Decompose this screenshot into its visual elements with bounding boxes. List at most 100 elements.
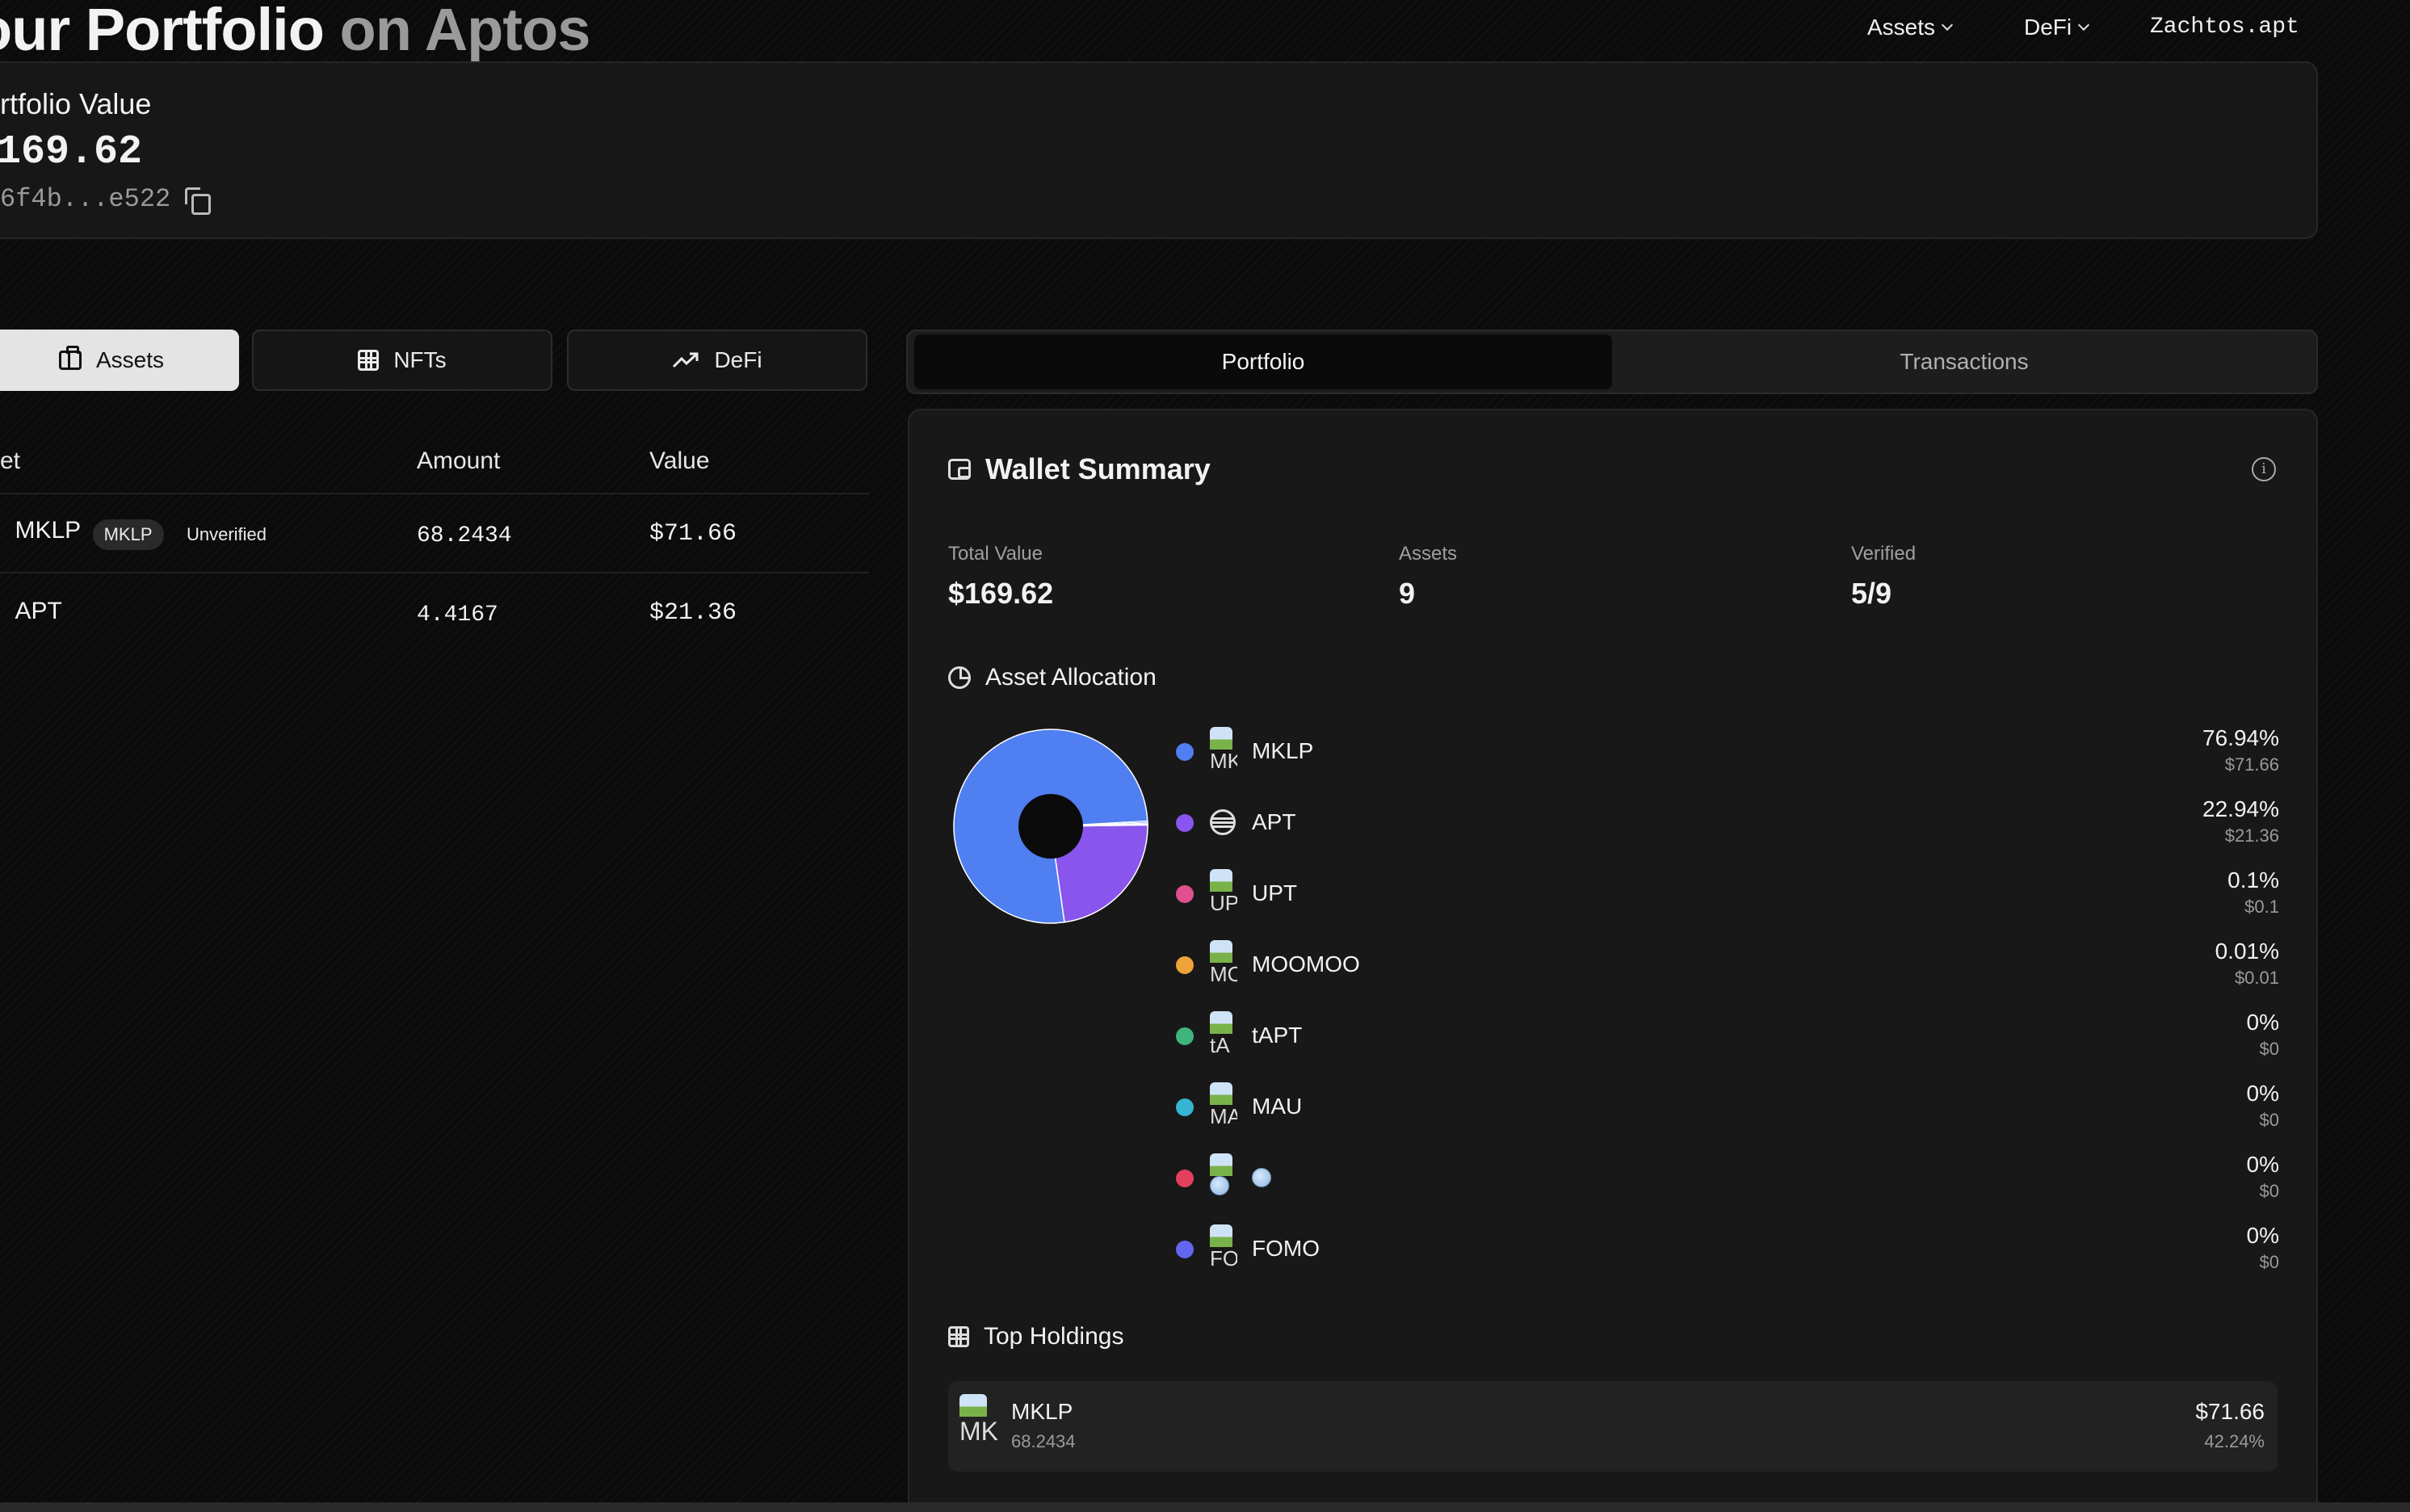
- asset-allocation-label: Asset Allocation: [985, 664, 1157, 691]
- nav-defi-menu[interactable]: DeFi: [2024, 15, 2090, 40]
- tab-defi[interactable]: DeFi: [567, 330, 867, 391]
- legend-token-name: MOOMOO: [1252, 951, 1360, 976]
- allocation-legend-row: MO MOOMOO 0.01% $0.01: [1176, 939, 2279, 990]
- legend-color-dot: [1176, 1027, 1194, 1045]
- verified-label: Verified: [1851, 543, 1917, 565]
- token-icon: [0, 601, 3, 619]
- allocation-legend-row: MA MAU 0% $0: [1176, 1081, 2279, 1132]
- token-image: MO: [1210, 940, 1237, 989]
- grid-icon: [358, 350, 380, 371]
- token-image: MA: [1210, 1082, 1237, 1131]
- allocation-legend-row: UP UPT 0.1% $0.1: [1176, 867, 2279, 919]
- allocation-legend-row: tA tAPT 0% $0: [1176, 1010, 2279, 1061]
- legend-token-name: FOMO: [1252, 1236, 1320, 1261]
- page-title-muted: on Aptos: [339, 0, 591, 63]
- allocation-donut-chart: [953, 729, 1148, 924]
- token-image: [1210, 1153, 1237, 1202]
- copy-icon[interactable]: [185, 187, 212, 215]
- allocation-legend-row: 0% $0: [1176, 1152, 2279, 1203]
- account-button[interactable]: Zachtos.apt: [2150, 15, 2299, 40]
- holding-name: MKLP: [1011, 1399, 1073, 1424]
- legend-token-name: tAPT: [1252, 1023, 1303, 1048]
- briefcase-icon: [58, 346, 82, 370]
- legend-usd-value: $0: [2259, 1039, 2279, 1059]
- column-header-asset: et: [0, 447, 21, 474]
- tab-transactions[interactable]: Transactions: [1615, 334, 2313, 389]
- holding-row[interactable]: MK MKLP 68.2434 $71.66 42.24%: [948, 1381, 2278, 1472]
- table-divider: [0, 493, 869, 494]
- top-holdings-label: Top Holdings: [984, 1323, 1124, 1350]
- holding-pct: 42.24%: [2204, 1431, 2265, 1451]
- legend-token-name: MKLP: [1252, 738, 1314, 763]
- tab-assets-label: Assets: [95, 347, 165, 372]
- legend-percent: 0%: [2246, 1152, 2279, 1177]
- total-value: $169.62: [948, 577, 1054, 610]
- legend-percent: 0.01%: [2215, 939, 2279, 964]
- account-name: Zachtos.apt: [2150, 15, 2299, 40]
- token-image: tA: [1210, 1011, 1237, 1060]
- ticker-badge: MKLP: [92, 519, 164, 550]
- legend-usd-value: $0.1: [2244, 897, 2279, 917]
- allocation-legend-row: APT 22.94% $21.36: [1176, 796, 2279, 848]
- globe-icon: [1252, 1168, 1271, 1187]
- total-value-label: Total Value: [948, 543, 1043, 565]
- portfolio-value: 169.62: [0, 129, 143, 175]
- legend-token-name: MAU: [1252, 1094, 1303, 1119]
- chevron-down-icon: [1941, 19, 1954, 32]
- legend-token-name: APT: [1252, 809, 1296, 834]
- assets-count-label: Assets: [1399, 543, 1458, 565]
- tab-assets[interactable]: Assets: [0, 330, 239, 391]
- page-title-main: our Portfolio: [0, 0, 325, 63]
- asset-allocation-title: Asset Allocation: [948, 664, 1157, 691]
- column-header-amount: Amount: [417, 447, 501, 474]
- legend-percent: 76.94%: [2202, 725, 2279, 750]
- asset-value: $71.66: [649, 520, 737, 548]
- tab-nfts[interactable]: NFTs: [252, 330, 552, 391]
- tab-nfts-label: NFTs: [393, 347, 447, 372]
- asset-amount: 68.2434: [417, 523, 512, 548]
- trending-up-icon: [673, 352, 699, 368]
- page-title: our Portfolio on Aptos: [0, 0, 590, 64]
- table-row[interactable]: MKLP MKLP Unverified: [0, 517, 278, 550]
- table-divider: [0, 572, 869, 573]
- wallet-summary-title: Wallet Summary: [948, 452, 1211, 486]
- allocation-legend-row: MK MKLP 76.94% $71.66: [1176, 725, 2279, 777]
- asset-value: $21.36: [649, 599, 737, 627]
- verified-count: 5/9: [1851, 577, 1892, 610]
- legend-color-dot: [1176, 885, 1194, 903]
- wallet-summary-label: Wallet Summary: [985, 452, 1211, 485]
- status-badge: Unverified: [186, 523, 267, 544]
- nav-assets-label: Assets: [1867, 15, 1936, 40]
- holding-value: $71.66: [2195, 1399, 2265, 1424]
- table-row[interactable]: APT: [0, 598, 61, 625]
- wallet-address: 6f4b...e522: [0, 184, 171, 214]
- asset-amount: 4.4167: [417, 603, 498, 628]
- allocation-legend-row: FO FOMO 0% $0: [1176, 1223, 2279, 1275]
- portfolio-value-card: [0, 61, 2318, 239]
- info-icon[interactable]: i: [2252, 457, 2276, 481]
- legend-percent: 22.94%: [2202, 796, 2279, 821]
- legend-usd-value: $0: [2259, 1181, 2279, 1201]
- legend-percent: 0%: [2246, 1081, 2279, 1106]
- nav-assets-menu[interactable]: Assets: [1867, 15, 1954, 40]
- legend-usd-value: $21.36: [2224, 825, 2279, 846]
- nav-defi-label: DeFi: [2024, 15, 2072, 40]
- legend-percent: 0%: [2246, 1010, 2279, 1035]
- token-image: FO: [1210, 1224, 1237, 1273]
- legend-percent: 0.1%: [2227, 867, 2279, 892]
- bottom-scroll-bar[interactable]: [0, 1502, 2410, 1512]
- grid-icon: [948, 1326, 969, 1347]
- wallet-icon: [948, 459, 971, 480]
- legend-usd-value: $0: [2259, 1110, 2279, 1130]
- top-holdings-title: Top Holdings: [948, 1323, 1123, 1350]
- legend-usd-value: $0.01: [2234, 968, 2279, 988]
- legend-color-dot: [1176, 814, 1194, 832]
- tab-portfolio[interactable]: Portfolio: [914, 334, 1612, 389]
- token-image: MK: [959, 1394, 1000, 1459]
- legend-color-dot: [1176, 743, 1194, 761]
- assets-count: 9: [1399, 577, 1416, 610]
- legend-color-dot: [1176, 956, 1194, 974]
- donut-hole: [1018, 794, 1083, 859]
- token-image: UP: [1210, 869, 1237, 918]
- holding-amount: 68.2434: [1011, 1431, 1076, 1451]
